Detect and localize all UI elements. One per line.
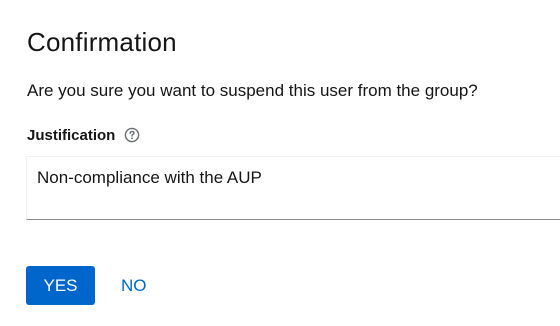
yes-button[interactable]: YES: [26, 266, 95, 305]
justification-textarea-value: Non-compliance with the AUP: [37, 168, 262, 187]
dialog-actions: YES NO: [26, 266, 163, 305]
justification-label-row: Justification: [27, 124, 141, 146]
justification-textarea[interactable]: Non-compliance with the AUP: [26, 156, 560, 220]
dialog-message: Are you sure you want to suspend this us…: [27, 81, 478, 100]
confirmation-dialog: Confirmation Are you sure you want to su…: [0, 0, 560, 326]
no-button[interactable]: NO: [105, 266, 163, 305]
question-circle-icon-svg: [125, 127, 140, 143]
justification-label: Justification: [27, 126, 116, 144]
dialog-title: Confirmation: [27, 27, 177, 57]
question-circle-icon[interactable]: [123, 126, 141, 144]
